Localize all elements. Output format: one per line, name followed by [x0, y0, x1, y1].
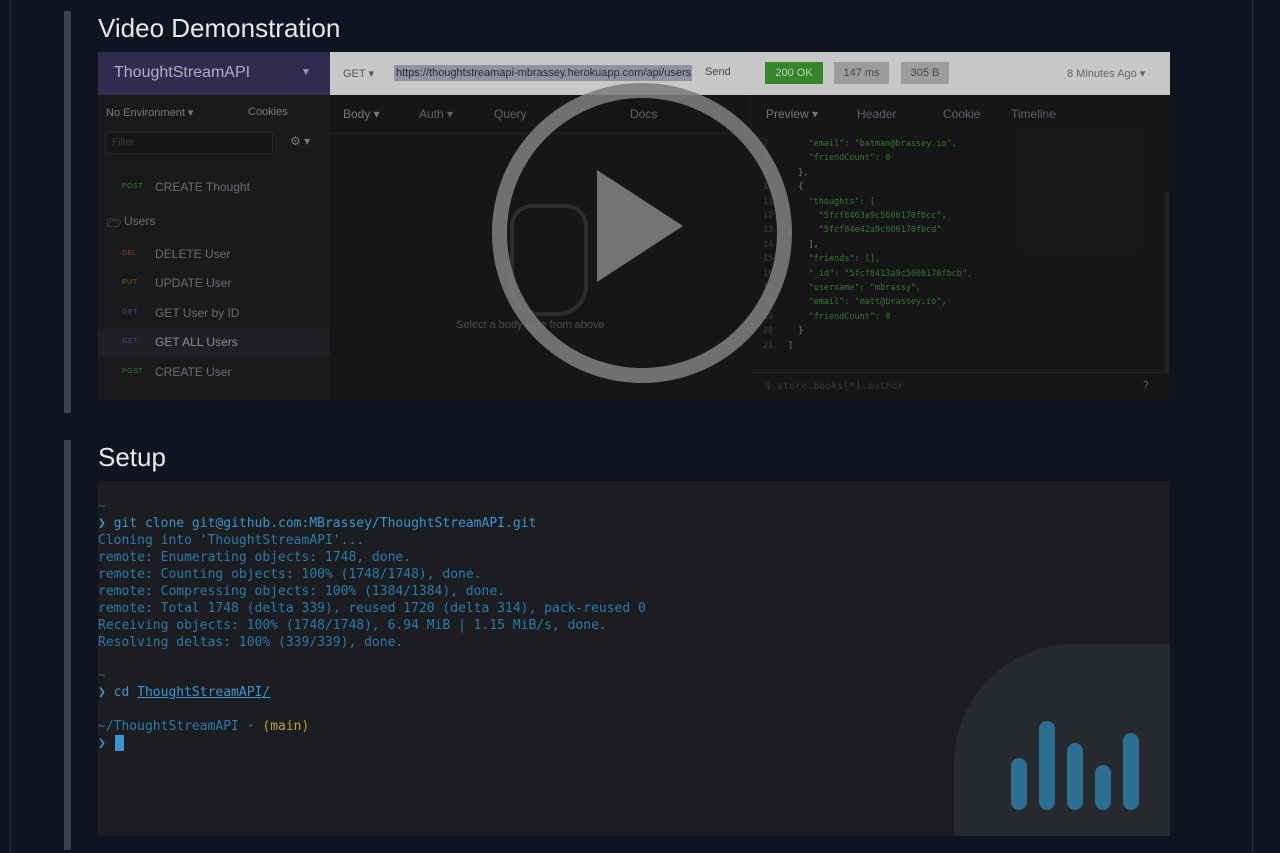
terminal-cursor [115, 735, 124, 751]
logo-bar [1039, 721, 1055, 810]
section-heading: Video Demonstration [98, 13, 341, 43]
section-accent-bar [64, 440, 71, 850]
terminal-output-line: remote: Compressing objects: 100% (1384/… [98, 584, 505, 599]
cwd-path: ~/ThoughtStreamAPI · [98, 719, 263, 734]
terminal-output-line: remote: Counting objects: 100% (1748/174… [98, 567, 482, 582]
logo-bar [1123, 733, 1139, 810]
logo-bar [1095, 765, 1111, 810]
terminal-output-line: remote: Enumerating objects: 1748, done. [98, 550, 412, 565]
directory-link: ThoughtStreamAPI/ [137, 685, 271, 700]
prompt-tilde: ~ [98, 499, 106, 514]
logo-bar [1067, 743, 1083, 810]
command-text: git clone git@github.com:MBrassey/Though… [113, 516, 537, 531]
logo-bar [1011, 758, 1027, 810]
play-triangle-icon [597, 170, 683, 282]
command-text: cd [113, 685, 138, 700]
prompt-symbol: ❯ [98, 516, 106, 531]
terminal-cwd-line: ~/ThoughtStreamAPI · (main) [98, 718, 309, 735]
section-heading: Setup [98, 442, 166, 472]
terminal-command-line: ❯ cd ThoughtStreamAPI/ [98, 684, 270, 701]
prompt-symbol: ❯ [98, 736, 106, 751]
terminal-output-line: remote: Total 1748 (delta 339), reused 1… [98, 601, 646, 616]
prompt-tilde: ~ [98, 668, 106, 683]
terminal-output-line: Receiving objects: 100% (1748/1748), 6.9… [98, 618, 607, 633]
terminal-output-line: Resolving deltas: 100% (339/339), done. [98, 635, 404, 650]
terminal-prompt-line: ❯ [98, 735, 106, 752]
page-frame-line-right [1252, 0, 1253, 853]
terminal-output-line: Cloning into 'ThoughtStreamAPI'... [98, 533, 365, 548]
section-accent-bar [64, 11, 71, 413]
terminal-command-line: ❯ git clone git@github.com:MBrassey/Thou… [98, 515, 536, 532]
terminal-gif: ~ ❯ git clone git@github.com:MBrassey/Th… [98, 481, 1170, 836]
prompt-symbol: ❯ [98, 685, 106, 700]
git-branch: (main) [262, 719, 310, 734]
page-frame-line-left [10, 0, 11, 853]
